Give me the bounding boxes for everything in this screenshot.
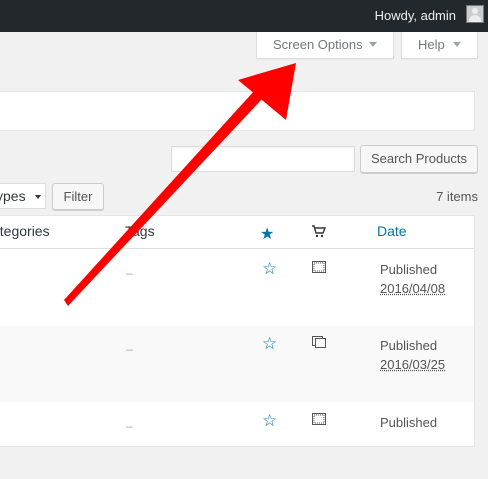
product-type-icon <box>312 336 326 348</box>
star-outline-icon[interactable]: ☆ <box>262 412 277 429</box>
screen-options-label: Screen Options <box>273 37 363 52</box>
search-input[interactable] <box>171 146 355 172</box>
tags-cell: – <box>126 266 133 280</box>
status-text: Published <box>380 262 438 277</box>
column-categories[interactable]: ategories <box>0 223 50 239</box>
table-row: – ☆ Published <box>0 403 474 479</box>
tags-cell: – <box>126 419 133 433</box>
screen-options-tab[interactable]: Screen Options <box>256 32 394 59</box>
status-text: Published <box>380 415 438 430</box>
date-cell: Published 2016/04/08 <box>380 260 445 298</box>
product-type-icon <box>312 413 326 425</box>
star-outline-icon[interactable]: ☆ <box>262 260 277 277</box>
notice-panel <box>0 91 475 131</box>
product-type-select-value: ypes <box>0 188 26 204</box>
status-text: Published <box>380 338 438 353</box>
product-type-select[interactable]: ypes <box>0 183 46 209</box>
star-outline-icon[interactable]: ☆ <box>262 335 277 352</box>
column-tags: Tags <box>125 223 155 239</box>
select-arrow-icon <box>35 195 41 199</box>
caret-down-icon <box>453 42 461 47</box>
cart-icon <box>312 225 326 238</box>
howdy-user-menu[interactable]: Howdy, admin <box>375 0 456 32</box>
products-table: ategories Tags ★ Date – ☆ Published 2016… <box>0 215 475 447</box>
help-tab[interactable]: Help <box>401 32 478 59</box>
date-value: 2016/04/08 <box>380 281 446 296</box>
avatar[interactable] <box>466 5 484 23</box>
date-value: 2016/03/25 <box>380 357 446 372</box>
date-cell: Published 2016/03/25 <box>380 336 445 374</box>
items-count: 7 items <box>436 189 478 204</box>
product-type-icon <box>312 261 326 273</box>
date-cell: Published <box>380 413 437 432</box>
table-row: – ☆ Published 2016/03/25 <box>0 326 474 402</box>
caret-down-icon <box>369 42 377 47</box>
search-products-button[interactable]: Search Products <box>360 145 478 173</box>
tags-cell: – <box>126 342 133 356</box>
help-label: Help <box>418 37 445 52</box>
table-row: – ☆ Published 2016/04/08 <box>0 249 474 325</box>
column-date[interactable]: Date <box>377 223 407 239</box>
filter-button[interactable]: Filter <box>52 183 104 210</box>
featured-star-icon[interactable]: ★ <box>260 224 274 244</box>
admin-bar: Howdy, admin <box>0 0 488 32</box>
table-header: ategories Tags ★ Date <box>0 216 474 249</box>
